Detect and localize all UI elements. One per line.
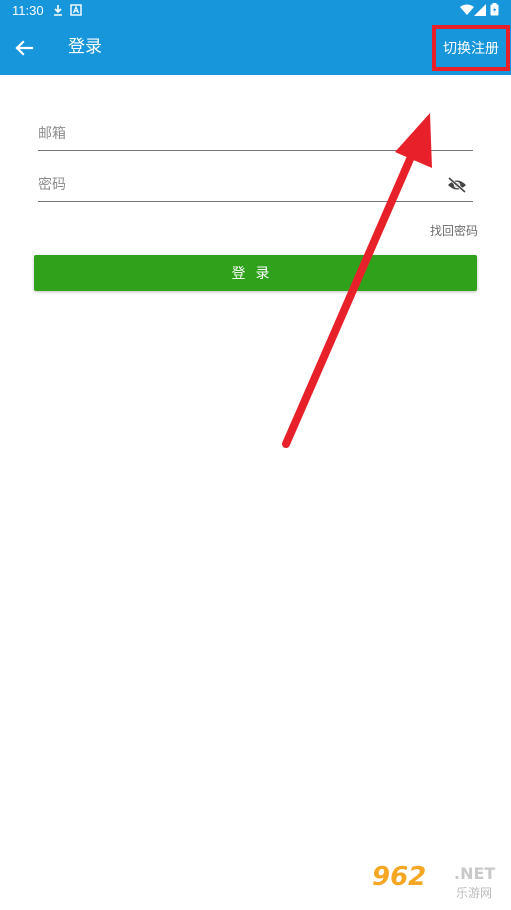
switch-register-label: 切换注册 (443, 41, 499, 57)
download-icon (54, 5, 62, 16)
battery-icon (490, 3, 499, 16)
a-icon (70, 4, 82, 16)
watermark: 962 .NET 乐游网 (372, 860, 506, 904)
eye-off-icon[interactable] (447, 176, 467, 194)
status-bar: 11:30 (0, 0, 511, 22)
forgot-password-link[interactable]: 找回密码 (430, 222, 478, 239)
app-bar: 登录 切换注册 (0, 22, 511, 75)
watermark-brand: 962 (372, 862, 427, 892)
password-field-container (38, 171, 473, 202)
arrow-left-icon[interactable] (12, 36, 36, 60)
wifi-icon (460, 4, 474, 15)
watermark-suffix: .NET (454, 864, 496, 883)
email-field[interactable] (38, 120, 473, 148)
switch-register-button[interactable]: 切换注册 (432, 25, 510, 71)
watermark-subtitle: 乐游网 (456, 886, 493, 900)
page-title: 登录 (68, 37, 102, 57)
email-field-container (38, 120, 473, 151)
login-button[interactable]: 登录 (34, 255, 477, 291)
signal-icon (474, 4, 486, 16)
password-field[interactable] (38, 171, 473, 199)
status-time: 11:30 (12, 3, 44, 18)
